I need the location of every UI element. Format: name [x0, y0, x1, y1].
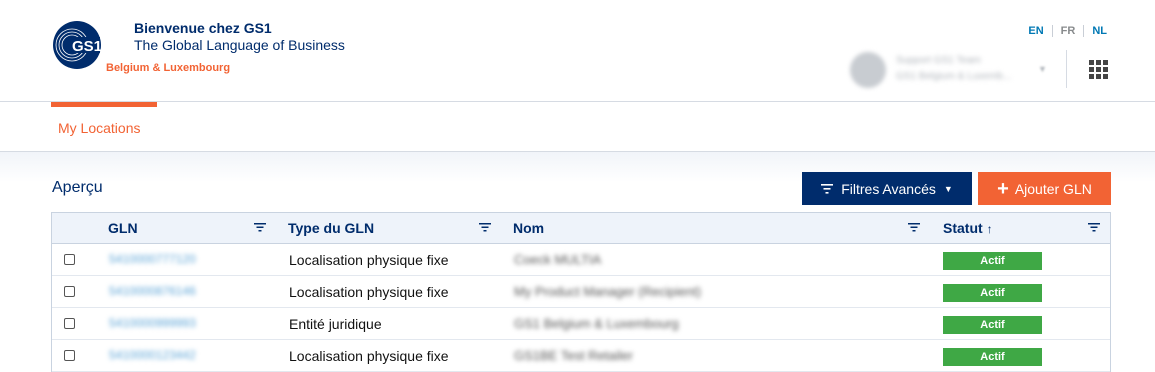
- row-checkbox[interactable]: [64, 254, 75, 265]
- gln-link[interactable]: 5410000876146: [109, 284, 196, 298]
- location-name: My Product Manager (Recipient): [514, 284, 702, 299]
- locations-table: GLN Type du GLN Nom Statut ↑ 54100007771…: [51, 212, 1111, 372]
- status-badge: Actif: [943, 284, 1042, 302]
- page-title: Aperçu: [52, 179, 103, 196]
- status-badge: Actif: [943, 252, 1042, 270]
- column-header-name[interactable]: Nom: [513, 220, 544, 236]
- lang-en[interactable]: EN: [1020, 25, 1051, 37]
- user-menu[interactable]: Support GS1 Team GS1 Belgium & Luxemb...…: [850, 52, 1050, 88]
- apps-grid-icon[interactable]: [1089, 60, 1108, 79]
- user-org: GS1 Belgium & Luxemb...: [896, 71, 1012, 82]
- table-row[interactable]: 5410000876146 Localisation physique fixe…: [52, 276, 1110, 308]
- main-content: Aperçu Filtres Avancés ▼ + Ajouter GLN G…: [0, 152, 1155, 372]
- brand-subtitle: The Global Language of Business: [134, 37, 345, 53]
- add-gln-label: Ajouter GLN: [1014, 180, 1092, 197]
- table-row[interactable]: 5410000999993 Entité juridique GS1 Belgi…: [52, 308, 1110, 340]
- filter-icon[interactable]: [908, 221, 920, 233]
- gln-type: Entité juridique: [289, 316, 382, 332]
- location-name: Coeck MULTIA: [514, 252, 602, 267]
- svg-text:GS1: GS1: [72, 38, 102, 55]
- filter-icon[interactable]: [1088, 221, 1100, 233]
- tab-my-locations[interactable]: My Locations: [58, 120, 140, 136]
- row-checkbox[interactable]: [64, 318, 75, 329]
- location-name: GS1 Belgium & Luxembourg: [514, 316, 679, 331]
- caret-down-icon: ▼: [943, 183, 953, 194]
- brand-region: Belgium & Luxembourg: [106, 62, 231, 74]
- chevron-down-icon: ▼: [1038, 64, 1047, 74]
- gln-type: Localisation physique fixe: [289, 252, 449, 268]
- column-header-gln[interactable]: GLN: [108, 220, 138, 236]
- gln-link[interactable]: 5410000999993: [109, 316, 196, 330]
- app-header: GS1 Bienvenue chez GS1 The Global Langua…: [0, 0, 1155, 102]
- language-switcher: EN FR NL: [1020, 25, 1107, 37]
- gln-type: Localisation physique fixe: [289, 284, 449, 300]
- filter-icon: [821, 183, 834, 194]
- column-header-status-label: Statut: [943, 220, 983, 236]
- gln-type: Localisation physique fixe: [289, 348, 449, 364]
- advanced-filters-label: Filtres Avancés: [841, 180, 936, 197]
- avatar: [850, 52, 886, 88]
- user-name: Support GS1 Team: [896, 55, 981, 66]
- location-name: GS1BE Test Retailer: [514, 348, 633, 363]
- add-gln-button[interactable]: + Ajouter GLN: [978, 172, 1111, 205]
- lang-nl[interactable]: NL: [1084, 25, 1107, 37]
- tab-bar: My Locations: [0, 102, 1155, 152]
- lang-fr[interactable]: FR: [1053, 25, 1084, 37]
- active-tab-indicator: [51, 102, 157, 107]
- table-header: GLN Type du GLN Nom Statut ↑: [52, 213, 1110, 244]
- brand-title: Bienvenue chez GS1: [134, 20, 272, 36]
- status-badge: Actif: [943, 348, 1042, 366]
- status-badge: Actif: [943, 316, 1042, 334]
- gln-link[interactable]: 5410000123442: [109, 348, 196, 362]
- row-checkbox[interactable]: [64, 286, 75, 297]
- table-row[interactable]: 5410000777120 Localisation physique fixe…: [52, 244, 1110, 276]
- row-checkbox[interactable]: [64, 350, 75, 361]
- table-row[interactable]: 5410000123442 Localisation physique fixe…: [52, 340, 1110, 372]
- filter-icon[interactable]: [479, 221, 491, 233]
- column-header-status[interactable]: Statut ↑: [943, 220, 993, 236]
- gln-link[interactable]: 5410000777120: [109, 252, 196, 266]
- header-divider: [1066, 50, 1067, 88]
- column-header-type[interactable]: Type du GLN: [288, 220, 374, 236]
- plus-icon: +: [997, 177, 1009, 200]
- sort-ascending-icon: ↑: [986, 222, 993, 236]
- gs1-logo[interactable]: GS1: [52, 20, 102, 70]
- advanced-filters-button[interactable]: Filtres Avancés ▼: [802, 172, 972, 205]
- filter-icon[interactable]: [254, 221, 266, 233]
